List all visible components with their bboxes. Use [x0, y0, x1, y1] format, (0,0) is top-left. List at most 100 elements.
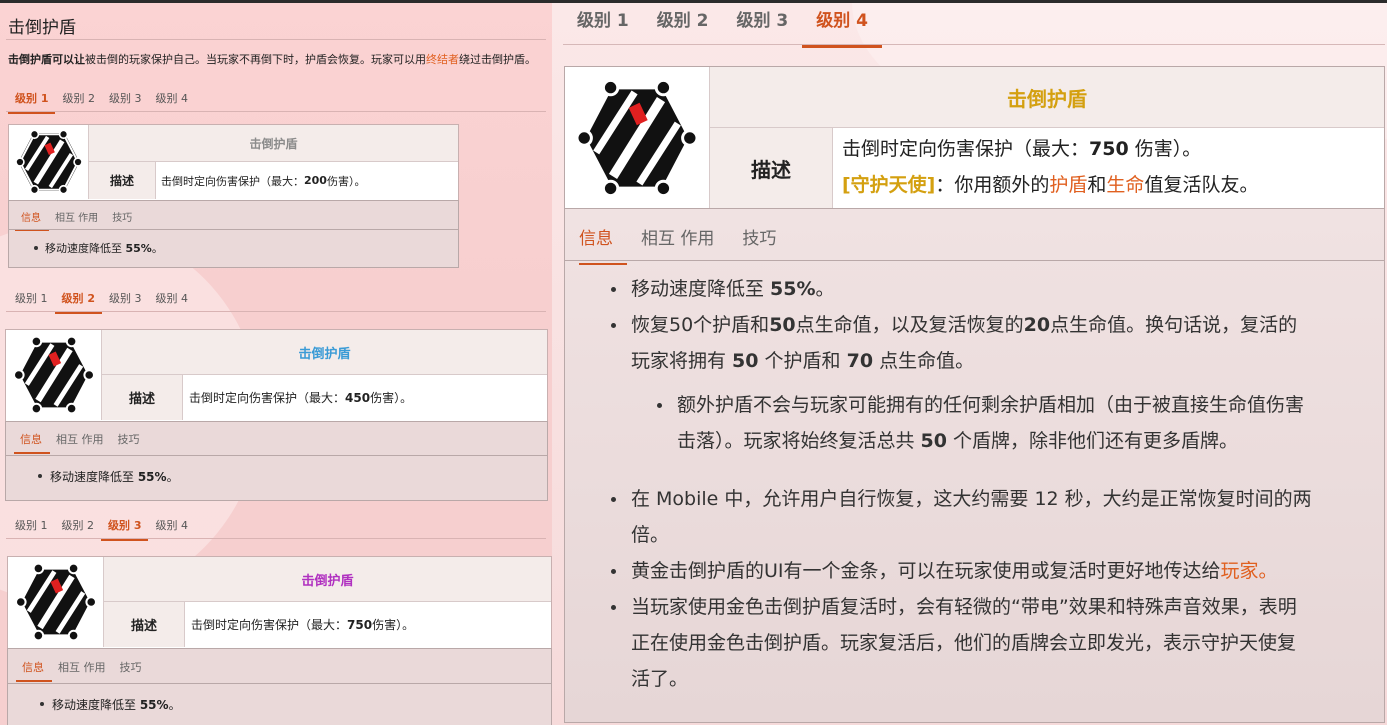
tab-level-2[interactable]: 级别 2	[54, 290, 103, 314]
tab-tips[interactable]: 技巧	[114, 659, 150, 680]
line: 倍。	[631, 524, 670, 546]
tab-level-2[interactable]: 级别 2	[643, 6, 723, 45]
tab-info[interactable]: 信息	[16, 659, 52, 682]
info-body: 移动速度降低至 55%。	[6, 455, 547, 500]
desc-post: 伤害）。	[1128, 138, 1202, 160]
desc-num: 750	[1089, 138, 1129, 160]
tab-level-3[interactable]: 级别 3	[101, 517, 149, 541]
tab-level-3[interactable]: 级别 3	[102, 90, 149, 112]
divider	[6, 39, 546, 40]
tab-interactions[interactable]: 相互 作用	[50, 431, 112, 452]
desc-label: 描述	[104, 602, 185, 647]
tab-interactions[interactable]: 相互 作用	[627, 224, 728, 263]
list-item: 移动速度降低至 55%。	[34, 240, 494, 256]
line: 在 Mobile 中，允许用户自行恢复，这大约需要 12 秒，大约是正常恢复时间…	[631, 488, 1312, 510]
item-name-level-3: 击倒护盾	[104, 557, 551, 602]
info-num: 55%	[125, 242, 152, 255]
perk-name: [守护天使]	[842, 174, 936, 196]
info-num: 55%	[139, 698, 169, 712]
tab-tips[interactable]: 技巧	[112, 431, 148, 452]
desc-pre: 击倒时定向伤害保护（最大：	[161, 174, 304, 188]
line: 恢复50个护盾和50点生命值，以及复活恢复的20点生命值。换句话说，复活的	[631, 307, 1371, 343]
list-item: 当玩家使用金色击倒护盾复活时，会有轻微的“带电”效果和特殊声音效果，表明 正在使…	[611, 589, 1371, 697]
tabs-divider	[6, 311, 546, 312]
intro-mid: 被击倒的玩家保护自己。当玩家不再倒下时，护盾会恢复。玩家可以用	[85, 53, 426, 66]
desc-post: 伤害）。	[326, 174, 366, 188]
intro-end: 绕过击倒护盾。	[459, 53, 536, 66]
tab-level-2[interactable]: 级别 2	[55, 90, 102, 112]
info-post: 。	[151, 242, 163, 255]
tab-level-4[interactable]: 级别 4	[148, 517, 195, 539]
line: 玩家将拥有 50 个护盾和 70 点生命值。	[631, 343, 1371, 379]
level-tabs-3: 级别 1 级别 2 级别 3 级别 4	[8, 517, 195, 541]
list-item: 黄金击倒护盾的UI有一个金条，可以在玩家使用或复活时更好地传达给玩家。	[611, 553, 1371, 589]
level-tabs-4: 级别 1 级别 2 级别 3 级别 4	[563, 6, 882, 48]
t: 50	[769, 314, 796, 336]
b1-pre: 移动速度降低至	[631, 278, 771, 300]
perk-line: [守护天使]：你用额外的护盾和生命值复活队友。	[842, 167, 1384, 203]
item-icon-cell	[565, 67, 710, 208]
desc-post: 伤害）。	[372, 618, 415, 632]
t: 70	[846, 350, 874, 372]
tab-level-1[interactable]: 级别 1	[8, 290, 55, 312]
desc-label: 描述	[710, 128, 833, 208]
list-item: 移动速度降低至 55%。	[611, 271, 835, 307]
info-list: 移动速度降低至 55%。	[6, 456, 547, 484]
tab-level-4[interactable]: 级别 4	[802, 6, 882, 48]
t: 恢复50个护盾和	[631, 314, 770, 336]
perk-pre: ：你用额外的	[935, 174, 1050, 196]
desc-post: 伤害）。	[370, 391, 413, 405]
tab-level-3[interactable]: 级别 3	[723, 6, 803, 45]
item-card-level-1: 击倒护盾 描述 击倒时定向伤害保护（最大： 200 伤害）。 信息 相互 作用 技…	[8, 124, 459, 268]
item-icon-cell	[6, 330, 102, 420]
perk-and: 和	[1087, 174, 1107, 196]
info-pre: 移动速度降低至	[50, 470, 138, 484]
desc-value-level-2: 击倒时定向伤害保护（最大： 450 伤害）。	[189, 375, 547, 420]
tab-interactions[interactable]: 相互 作用	[52, 659, 114, 680]
tab-level-1[interactable]: 级别 1	[8, 90, 56, 114]
t: 黄金击倒护盾的UI有一个金条，可以在玩家使用或复活时更好地传达给	[631, 560, 1221, 582]
tab-info[interactable]: 信息	[15, 209, 49, 231]
info-pre: 移动速度降低至	[52, 698, 140, 712]
tab-info[interactable]: 信息	[579, 224, 627, 265]
item-card-level-3: 击倒护盾 描述 击倒时定向伤害保护（最大： 750 伤害）。 信息 相互 作用 技…	[7, 556, 552, 725]
t: 点生命值，以及复活恢复的	[795, 314, 1024, 336]
tab-level-4[interactable]: 级别 4	[148, 90, 195, 112]
tab-info[interactable]: 信息	[14, 431, 50, 454]
t: 点生命值。换句话说，复活的	[1050, 314, 1298, 336]
tabs-divider	[563, 44, 1385, 45]
terminator-link[interactable]: 终结者	[426, 53, 459, 66]
tab-level-3[interactable]: 级别 3	[102, 290, 149, 312]
info-post: 。	[168, 698, 181, 712]
players-link[interactable]: 玩家。	[1221, 560, 1278, 582]
tab-tips[interactable]: 技巧	[106, 209, 140, 229]
desc-pre: 击倒时定向伤害保护（最大：	[189, 391, 346, 405]
t: 50	[920, 430, 947, 452]
line: 活了。	[631, 668, 689, 690]
desc-pre: 击倒时定向伤害保护（最大：	[842, 138, 1090, 160]
info-panel-level-1: 信息 相互 作用 技巧 移动速度降低至 55%。	[8, 200, 459, 268]
knockdown-shield-icon	[14, 129, 83, 195]
sub-list-item: 额外护盾不会与玩家可能拥有的任何剩余护盾相加（由于被直接生命值伤害 击落）。玩家…	[657, 387, 1377, 459]
tab-interactions[interactable]: 相互 作用	[49, 209, 106, 229]
line: 击落）。玩家将始终复活总共 50 个盾牌，除非他们还有更多盾牌。	[677, 423, 1377, 459]
perk-post: 值复活队友。	[1144, 174, 1259, 196]
tab-level-4[interactable]: 级别 4	[148, 290, 195, 312]
desc-value-level-4: 击倒时定向伤害保护（最大：750 伤害）。 [守护天使]：你用额外的护盾和生命值…	[833, 128, 1384, 208]
list-item: 移动速度降低至 55%。	[38, 468, 552, 485]
tab-level-1[interactable]: 级别 1	[8, 517, 55, 539]
t: 50	[732, 350, 759, 372]
knockdown-shield-icon	[12, 335, 95, 415]
tab-tips[interactable]: 技巧	[728, 224, 790, 263]
info-body: 移动速度降低至 55%。	[9, 229, 458, 267]
intro-bold: 击倒护盾可以让	[8, 53, 85, 66]
item-name-level-4: 击倒护盾	[710, 67, 1384, 128]
tab-level-1[interactable]: 级别 1	[563, 6, 643, 45]
health-link[interactable]: 生命	[1106, 174, 1144, 196]
list-item: 恢复50个护盾和50点生命值，以及复活恢复的20点生命值。换句话说，复活的 玩家…	[611, 307, 1371, 379]
knockdown-shield-icon	[575, 78, 699, 197]
tab-level-2[interactable]: 级别 2	[55, 517, 102, 539]
shield-link[interactable]: 护盾	[1049, 174, 1087, 196]
info-list: 移动速度降低至 55%。	[8, 684, 551, 712]
desc-num: 750	[347, 617, 373, 632]
